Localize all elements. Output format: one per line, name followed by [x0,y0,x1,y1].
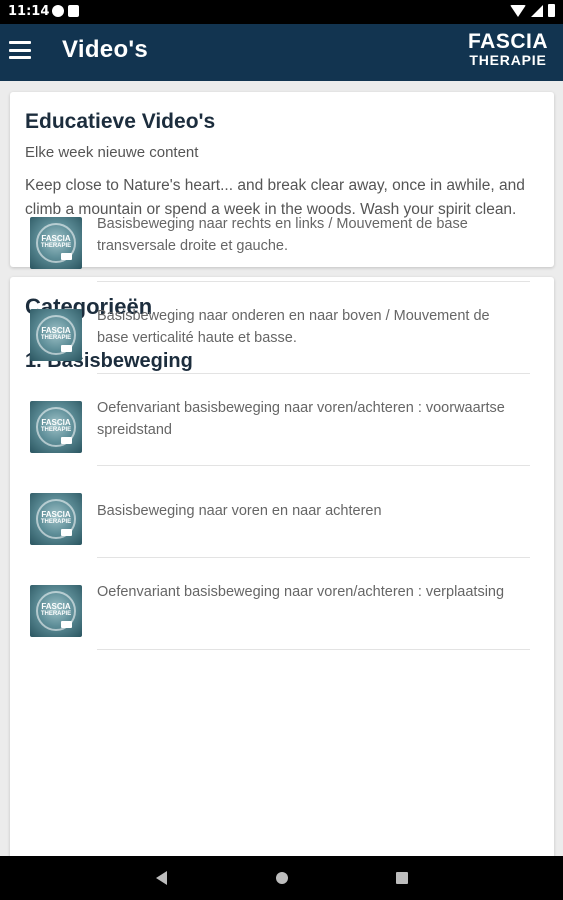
video-item-5[interactable]: FASCIA THERAPIE Oefenvariant basisbewegi… [30,574,530,666]
video-title: Oefenvariant basisbeweging naar voren/ac… [97,584,505,600]
app-bar: Video's FASCIA THERAPIE [0,24,563,81]
battery-icon [548,4,555,17]
brand-logo: FASCIA THERAPIE [468,31,548,67]
notification-app-icon [52,5,64,17]
back-icon[interactable] [156,871,167,885]
system-nav-bar [0,856,563,900]
wifi-icon [510,4,526,17]
youtube-icon [61,529,72,536]
youtube-icon [61,253,72,260]
video-thumbnail: FASCIA THERAPIE [30,585,82,637]
video-thumbnail: FASCIA THERAPIE [30,309,82,361]
video-thumbnail: FASCIA THERAPIE [30,217,82,269]
video-title: Oefenvariant basisbeweging naar voren/ac… [97,400,505,438]
page-title: Video's [62,36,149,63]
main-content[interactable]: Educatieve Video's Elke week nieuwe cont… [0,81,563,856]
video-item-3[interactable]: FASCIA THERAPIE Oefenvariant basisbewegi… [30,390,530,482]
youtube-icon [61,345,72,352]
notification-storage-icon [68,5,79,17]
signal-icon [531,4,543,17]
video-thumbnail: FASCIA THERAPIE [30,401,82,453]
divider [97,649,530,650]
divider [97,465,530,466]
video-title: Basisbeweging naar onderen en naar boven… [97,308,490,346]
video-title: Basisbeweging naar voren en naar achtere… [97,503,382,519]
home-icon[interactable] [276,872,288,884]
video-item-1[interactable]: FASCIA THERAPIE Basisbeweging naar recht… [30,206,530,298]
hamburger-menu-icon[interactable] [9,41,31,59]
status-bar: 11:14 [0,0,563,24]
video-item-2[interactable]: FASCIA THERAPIE Basisbeweging naar onder… [30,298,530,390]
brand-logo-line2: THERAPIE [469,52,547,68]
divider [97,373,530,374]
notification-icons [52,5,79,17]
system-icons [510,4,555,17]
intro-subtitle: Elke week nieuwe content [25,144,199,161]
status-time: 11:14 [8,4,50,19]
divider [97,281,530,282]
youtube-icon [61,621,72,628]
video-title: Basisbeweging naar rechts en links / Mou… [97,216,468,254]
recents-icon[interactable] [396,872,408,884]
video-list: FASCIA THERAPIE Basisbeweging naar recht… [30,206,530,666]
youtube-icon [61,437,72,444]
video-thumbnail: FASCIA THERAPIE [30,493,82,545]
intro-title: Educatieve Video's [25,110,216,133]
video-item-4[interactable]: FASCIA THERAPIE Basisbeweging naar voren… [30,482,530,574]
brand-logo-line1: FASCIA [467,30,548,53]
divider [97,557,530,558]
